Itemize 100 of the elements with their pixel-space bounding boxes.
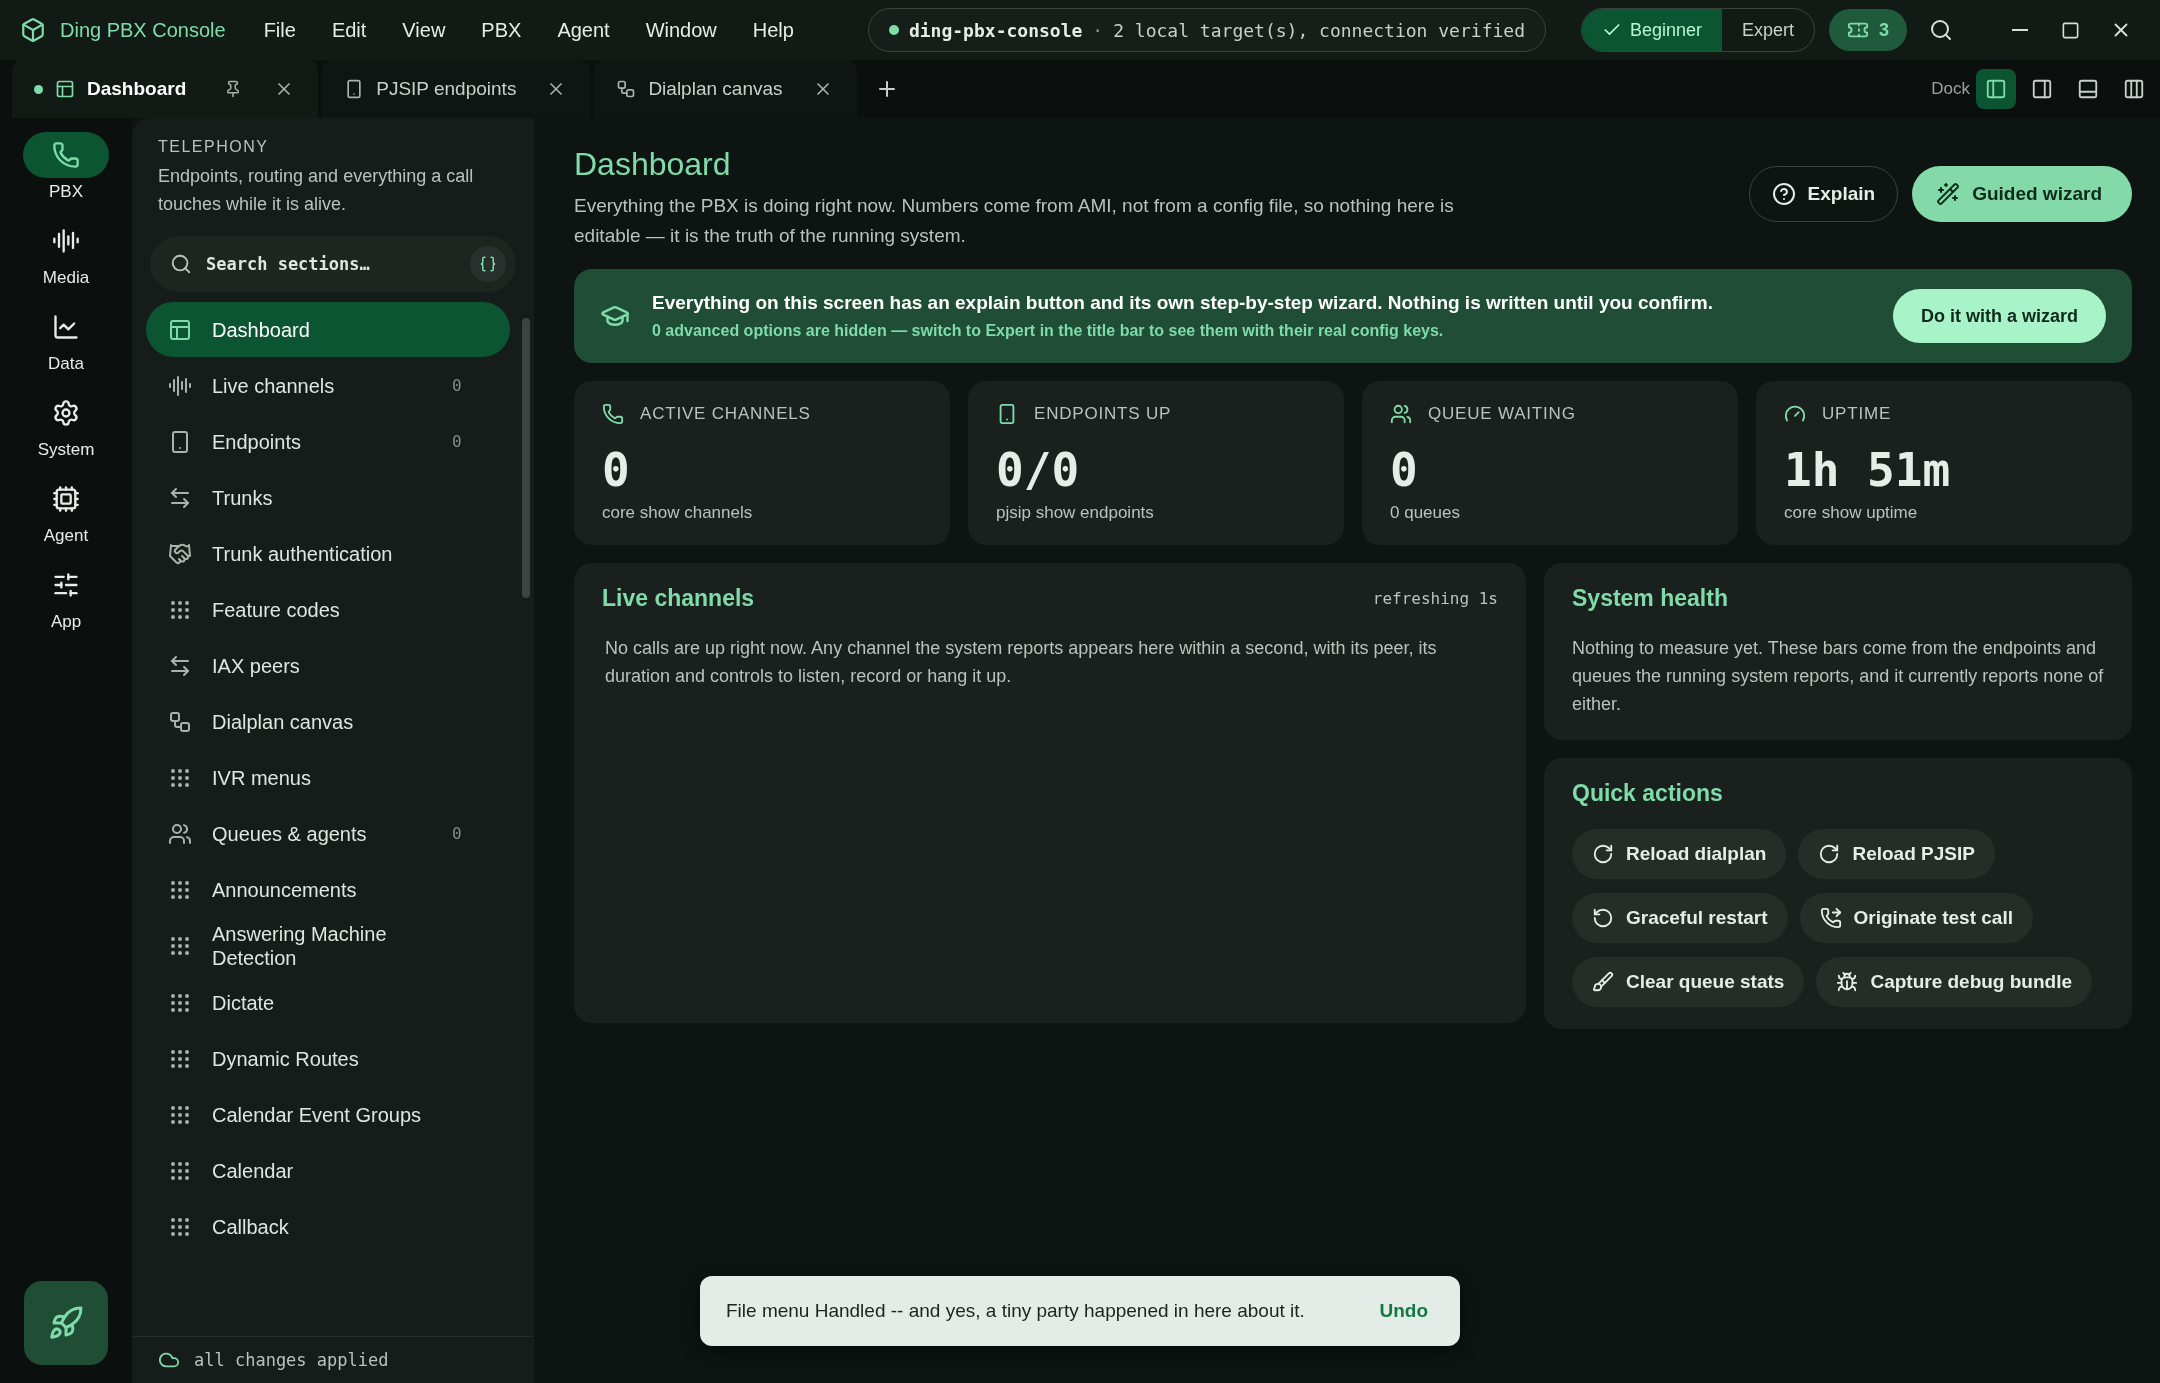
ticket-button[interactable]: 3	[1829, 9, 1907, 51]
scrollbar-thumb[interactable]	[522, 318, 530, 598]
restart-icon	[1592, 907, 1614, 929]
audio-lines-icon	[168, 373, 192, 398]
rail-item[interactable]: Data	[23, 304, 109, 374]
sidebar-item[interactable]: Announcements	[146, 862, 510, 917]
app-title: Ding PBX Console	[60, 18, 226, 42]
card-title: System health	[1572, 585, 1728, 612]
tab-icon	[616, 79, 637, 99]
minimize-icon	[2012, 29, 2028, 31]
editor-tab[interactable]: Dashboard	[12, 60, 319, 118]
sliders-icon	[52, 571, 80, 599]
brush-icon	[1592, 971, 1614, 993]
quick-action-button[interactable]: Capture debug bundle	[1816, 957, 2092, 1007]
sidebar-item[interactable]: Live channels 0	[146, 358, 510, 413]
empty-message: Nothing to measure yet. These bars come from the endpoints and queues the running system reports, and it currently reports none of either.	[1572, 637, 2104, 716]
card-title: Live channels	[602, 585, 755, 612]
panel-layout-icon	[2077, 78, 2099, 100]
reload-icon	[1818, 843, 1841, 865]
refresh-status: refreshing 1s	[1372, 589, 1498, 608]
sidebar-item[interactable]: Answering Machine Detection	[146, 918, 510, 974]
stat-label: UPTIME	[1822, 404, 1892, 424]
search-icon	[170, 253, 192, 275]
undo-link[interactable]: Undo	[1373, 1299, 1434, 1323]
guided-wizard-button[interactable]: Guided wizard	[1912, 166, 2132, 222]
editor-tab[interactable]: PJSIP endpoints	[322, 60, 591, 118]
stat-value: 1h 51m	[1784, 443, 1952, 497]
menu-item[interactable]: File	[245, 12, 314, 48]
braces-button[interactable]	[470, 246, 506, 282]
panel-layout-icon	[2123, 78, 2145, 100]
stat-label: ENDPOINTS UP	[1034, 404, 1172, 424]
sidebar-item[interactable]: Dictate	[146, 975, 510, 1030]
connection-pill[interactable]: ding-pbx-console · 2 local target(s), connection verified	[867, 8, 1546, 52]
sidebar-item[interactable]: Callback	[146, 1199, 510, 1254]
mode-toggle-option[interactable]: Expert	[1721, 9, 1814, 51]
stat-label: QUEUE WAITING	[1428, 404, 1576, 424]
sidebar-item[interactable]: IVR menus	[146, 750, 510, 805]
reload-icon	[1592, 843, 1614, 865]
tab-icon	[55, 79, 75, 99]
braces-icon	[479, 255, 497, 273]
sidebar-item[interactable]: Dynamic Routes	[146, 1031, 510, 1086]
banner-note: 0 advanced options are hidden — switch to Expert in the title bar to see them with their real config keys.	[652, 322, 1445, 340]
stat-caption: 0 queues	[1390, 503, 1461, 523]
quick-action-button[interactable]: Clear queue stats	[1572, 957, 1805, 1007]
quick-action-button[interactable]: Graceful restart	[1572, 893, 1788, 943]
rail-item[interactable]: App	[23, 562, 109, 632]
handshake-icon	[168, 541, 192, 566]
menu-item[interactable]: Window	[627, 12, 735, 48]
sidebar-item[interactable]: Calendar Event Groups	[146, 1087, 510, 1142]
bug-icon	[1836, 971, 1859, 993]
wizard-button[interactable]: Do it with a wizard	[1893, 289, 2106, 343]
connection-name: ding-pbx-console	[908, 19, 1083, 41]
rail-item[interactable]: Media	[23, 218, 109, 288]
flowchart-icon	[168, 709, 192, 734]
rail-item[interactable]: System	[23, 390, 109, 460]
menu-item[interactable]: Edit	[313, 12, 385, 48]
item-count: 0	[452, 430, 462, 453]
menu-item[interactable]: Agent	[539, 12, 628, 48]
item-count: 0	[452, 822, 462, 845]
sidebar-item[interactable]: Calendar	[146, 1143, 510, 1198]
item-count: 0	[452, 374, 462, 397]
stat-caption: core show uptime	[1784, 503, 1919, 523]
sidebar-item[interactable]: Endpoints 0	[146, 414, 510, 469]
sidebar-item[interactable]: Dashboard	[146, 302, 510, 357]
sync-status: all changes applied	[194, 1350, 389, 1370]
settings-icon	[52, 399, 80, 427]
separator-dot: ·	[1092, 19, 1104, 41]
quick-action-button[interactable]: Reload PJSIP	[1798, 829, 1995, 879]
stat-caption: pjsip show endpoints	[996, 503, 1155, 523]
quick-action-button[interactable]: Reload dialplan	[1572, 829, 1787, 879]
sidebar-item[interactable]: Queues & agents 0	[146, 806, 510, 861]
card-title: Quick actions	[1572, 780, 1723, 807]
rail-item[interactable]: Agent	[23, 476, 109, 546]
quick-action-button[interactable]: Originate test call	[1799, 893, 2033, 943]
stat-value: 0	[602, 443, 631, 497]
rocket-button[interactable]	[24, 1281, 108, 1365]
search-bar[interactable]: Search sections…	[150, 236, 516, 292]
sidebar-item[interactable]: Dialplan canvas	[146, 694, 510, 749]
mode-toggle-option[interactable]: Beginner	[1581, 9, 1722, 51]
dock-layout-button[interactable]	[1976, 69, 2016, 109]
stat-value: 0	[1390, 443, 1419, 497]
menu-item[interactable]: Help	[734, 12, 812, 48]
stat-label: ACTIVE CHANNELS	[640, 404, 811, 424]
dashboard-icon	[168, 317, 192, 342]
people-icon	[1390, 403, 1412, 425]
search-field[interactable]: Search sections…	[204, 253, 458, 275]
keypad-icon	[168, 934, 192, 958]
sidebar-item[interactable]: Trunks	[146, 470, 510, 525]
dock-label: Dock	[1931, 79, 1970, 99]
rocket-icon	[48, 1305, 84, 1341]
page-title: Dashboard	[574, 146, 732, 183]
editor-tab[interactable]: Dialplan canvas	[594, 60, 857, 118]
sidebar-item[interactable]: Trunk authentication	[146, 526, 510, 581]
toast-message: File menu Handled -- and yes, a tiny party happened in here about it.	[726, 1300, 1305, 1322]
menu-item[interactable]: PBX	[463, 12, 540, 48]
search-icon	[1929, 18, 1953, 42]
sidebar-item[interactable]: Feature codes	[146, 582, 510, 637]
menu-item[interactable]: View	[384, 12, 464, 48]
section-description: Endpoints, routing and everything a call touches while it is alive.	[158, 165, 475, 216]
sidebar-item[interactable]: IAX peers	[146, 638, 510, 693]
